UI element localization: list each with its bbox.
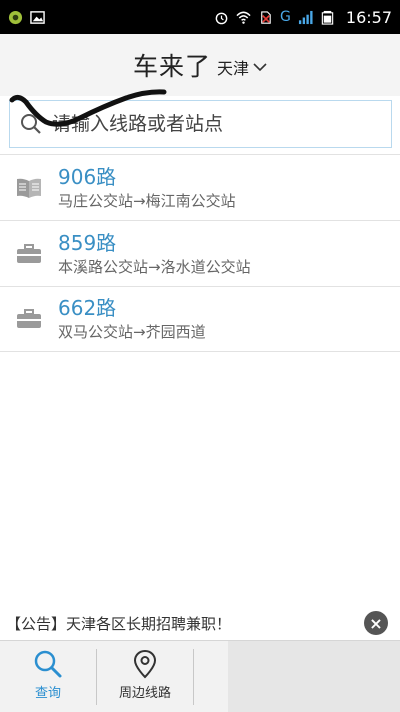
status-bar: G 16:57 <box>0 0 400 34</box>
battery-icon <box>321 10 334 25</box>
alarm-icon <box>215 12 228 24</box>
search-input[interactable] <box>52 113 372 135</box>
notice-text: 【公告】天津各区长期招聘兼职！ <box>6 614 232 633</box>
route-name: 859路 <box>58 230 117 255</box>
app-title: 车来了 <box>132 52 211 81</box>
chevron-down-icon <box>253 63 267 72</box>
tab-divider <box>193 649 194 705</box>
tab-search[interactable]: 查询 <box>0 641 96 712</box>
tab-nearby-routes[interactable]: 周边线路 <box>97 641 193 712</box>
no-sim-icon <box>261 10 271 24</box>
route-item[interactable]: 662路 双马公交站→芥园西道 <box>0 286 400 352</box>
notice-banner[interactable]: 【公告】天津各区长期招聘兼职！ × <box>0 606 400 640</box>
bottom-tab-bar: 查询 周边线路 <box>0 640 400 712</box>
city-label: 天津 <box>217 59 250 78</box>
status-bar-right: G 16:57 <box>214 8 392 27</box>
wifi-icon <box>236 11 251 24</box>
status-bar-clock: 16:57 <box>345 7 392 27</box>
search-icon <box>34 650 62 678</box>
route-list: 906路 马庄公交站→梅江南公交站 859路 本溪路公交站→洛水道公交站 662… <box>0 154 400 352</box>
tab-placeholder <box>228 641 400 712</box>
image-notification-icon <box>30 10 45 24</box>
search-icon <box>21 114 41 134</box>
route-name: 906路 <box>58 164 117 189</box>
route-item[interactable]: 906路 马庄公交站→梅江南公交站 <box>0 154 400 220</box>
network-type-label: G <box>280 9 291 25</box>
route-path: 双马公交站→芥园西道 <box>58 323 206 341</box>
book-icon <box>14 173 44 203</box>
signal-icon <box>298 10 313 24</box>
route-path: 马庄公交站→梅江南公交站 <box>58 191 236 210</box>
app-header: 车来了 天津 <box>0 34 400 96</box>
close-icon[interactable]: × <box>364 611 388 635</box>
city-selector[interactable]: 天津 <box>217 55 267 79</box>
tab-label: 周边线路 <box>118 686 171 701</box>
route-item[interactable]: 859路 本溪路公交站→洛水道公交站 <box>0 220 400 286</box>
briefcase-icon <box>14 304 44 334</box>
tab-label: 查询 <box>34 686 61 701</box>
location-pin-icon <box>133 649 157 679</box>
route-name: 662路 <box>58 296 117 320</box>
briefcase-icon <box>14 239 44 269</box>
status-bar-left <box>8 10 45 25</box>
route-path: 本溪路公交站→洛水道公交站 <box>58 257 251 276</box>
search-box[interactable] <box>9 100 392 148</box>
app-notification-icon <box>8 10 23 24</box>
